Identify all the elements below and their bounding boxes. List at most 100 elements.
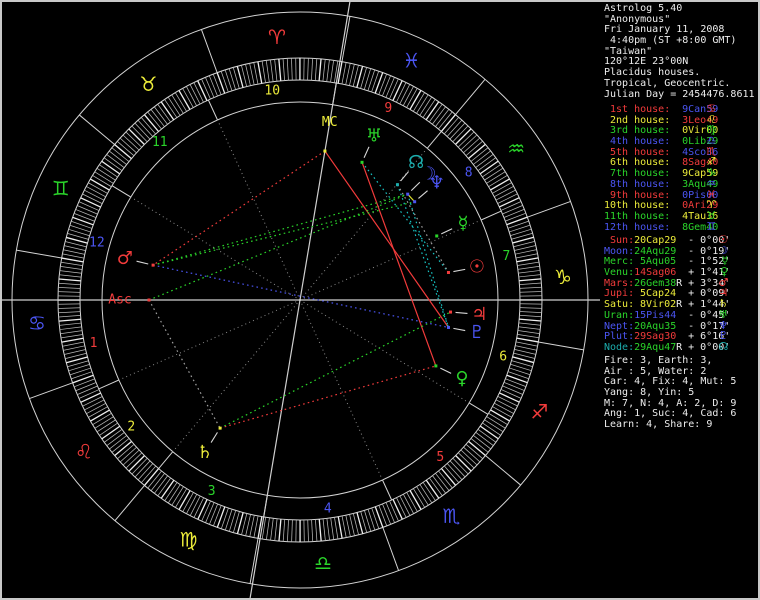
degree-tick (402, 86, 414, 106)
degree-tick (265, 60, 270, 83)
degree-tick (406, 88, 418, 108)
degree-tick (326, 518, 330, 541)
planet-icon: ♄ (197, 442, 213, 463)
degree-tick (96, 419, 116, 433)
planet-dot (323, 149, 327, 153)
degree-tick (64, 245, 86, 251)
degree-tick (392, 80, 403, 101)
degree-tick (399, 495, 411, 516)
degree-tick (507, 220, 529, 229)
degree-tick (80, 197, 101, 208)
degree-tick (337, 61, 343, 84)
degree-tick (73, 378, 95, 388)
degree-tick (182, 88, 194, 108)
degree-tick (189, 84, 201, 105)
planet-label: Merc: (604, 256, 635, 268)
planet-dot (434, 364, 438, 368)
angle-label: MC (322, 115, 338, 130)
planet-icon: ♆ (429, 172, 445, 193)
sign-boundary-spoke (200, 29, 218, 73)
planet-pointer-dash (455, 311, 468, 314)
planet-dot (395, 183, 399, 187)
house-number: 12 (89, 236, 105, 251)
degree-tick (88, 406, 108, 418)
degree-tick (71, 220, 93, 229)
degree-tick (69, 224, 91, 233)
degree-tick (495, 399, 516, 411)
house-label: 9th house: (604, 189, 671, 201)
degree-tick (514, 349, 536, 355)
degree-tick (69, 367, 91, 376)
retrograde-flag: R (676, 341, 683, 353)
degree-tick (62, 341, 85, 347)
degree-tick (208, 75, 218, 97)
degree-tick (509, 224, 531, 233)
degree-tick (495, 189, 516, 201)
degree-tick (82, 396, 103, 407)
degree-tick (60, 266, 83, 270)
planet-position-value: 15Pis44 (634, 309, 677, 321)
planet-dot (147, 298, 151, 302)
degree-tick (205, 502, 215, 523)
degree-tick (257, 61, 263, 84)
degree-tick (315, 519, 318, 542)
degree-tick (209, 503, 218, 525)
degree-tick (515, 253, 538, 259)
degree-tick (72, 216, 94, 226)
degree-tick (216, 72, 226, 94)
degree-tick (389, 78, 399, 100)
degree-tick (490, 178, 510, 191)
degree-tick (367, 509, 376, 531)
degree-tick (178, 90, 191, 110)
degree-tick (59, 322, 82, 326)
house-cusp-dotted-line (172, 299, 301, 453)
house-number: 10 (264, 83, 280, 98)
degree-tick (201, 500, 211, 522)
header-line: Julian Day = 2454476.8611 (604, 88, 755, 100)
degree-tick (330, 60, 334, 83)
house-label: 8th house: (604, 178, 671, 190)
degree-tick (77, 205, 98, 215)
planet-position-value: 29Aqu47 (634, 341, 677, 353)
degree-tick (516, 257, 539, 263)
degree-tick (291, 519, 293, 542)
degree-tick (84, 189, 105, 201)
degree-tick (94, 416, 114, 429)
degree-tick (516, 337, 539, 343)
sign-boundary-spoke (538, 341, 584, 351)
degree-tick (517, 333, 540, 339)
house-label: 1st house: (604, 104, 671, 115)
degree-tick (341, 62, 347, 85)
degree-tick (60, 261, 83, 267)
house-number: 8 (465, 166, 473, 181)
house-number: 1 (90, 336, 98, 351)
degree-tick (419, 96, 433, 116)
aspect-line (396, 184, 450, 328)
degree-tick (519, 286, 542, 289)
degree-tick (519, 282, 542, 285)
house-number: 3 (208, 484, 216, 499)
planet-label: Jupi: (604, 288, 635, 300)
degree-tick (61, 337, 84, 343)
degree-tick (406, 492, 418, 512)
degree-tick (484, 167, 504, 181)
degree-tick (518, 270, 541, 274)
degree-tick (78, 389, 100, 399)
degree-tick (178, 490, 191, 510)
degree-tick (399, 84, 411, 105)
degree-tick (419, 484, 433, 504)
degree-tick (392, 499, 403, 520)
degree-tick (322, 59, 326, 82)
degree-tick (245, 64, 251, 86)
degree-tick (416, 94, 429, 114)
degree-tick (253, 62, 259, 85)
degree-tick (182, 492, 194, 512)
degree-tick (212, 73, 222, 95)
degree-tick (409, 490, 422, 510)
degree-tick (282, 58, 285, 81)
degree-tick (201, 78, 211, 100)
degree-tick (341, 515, 347, 538)
degree-tick (261, 60, 266, 83)
zodiac-sign-icon: ♊ (52, 176, 70, 200)
degree-tick (519, 318, 542, 322)
